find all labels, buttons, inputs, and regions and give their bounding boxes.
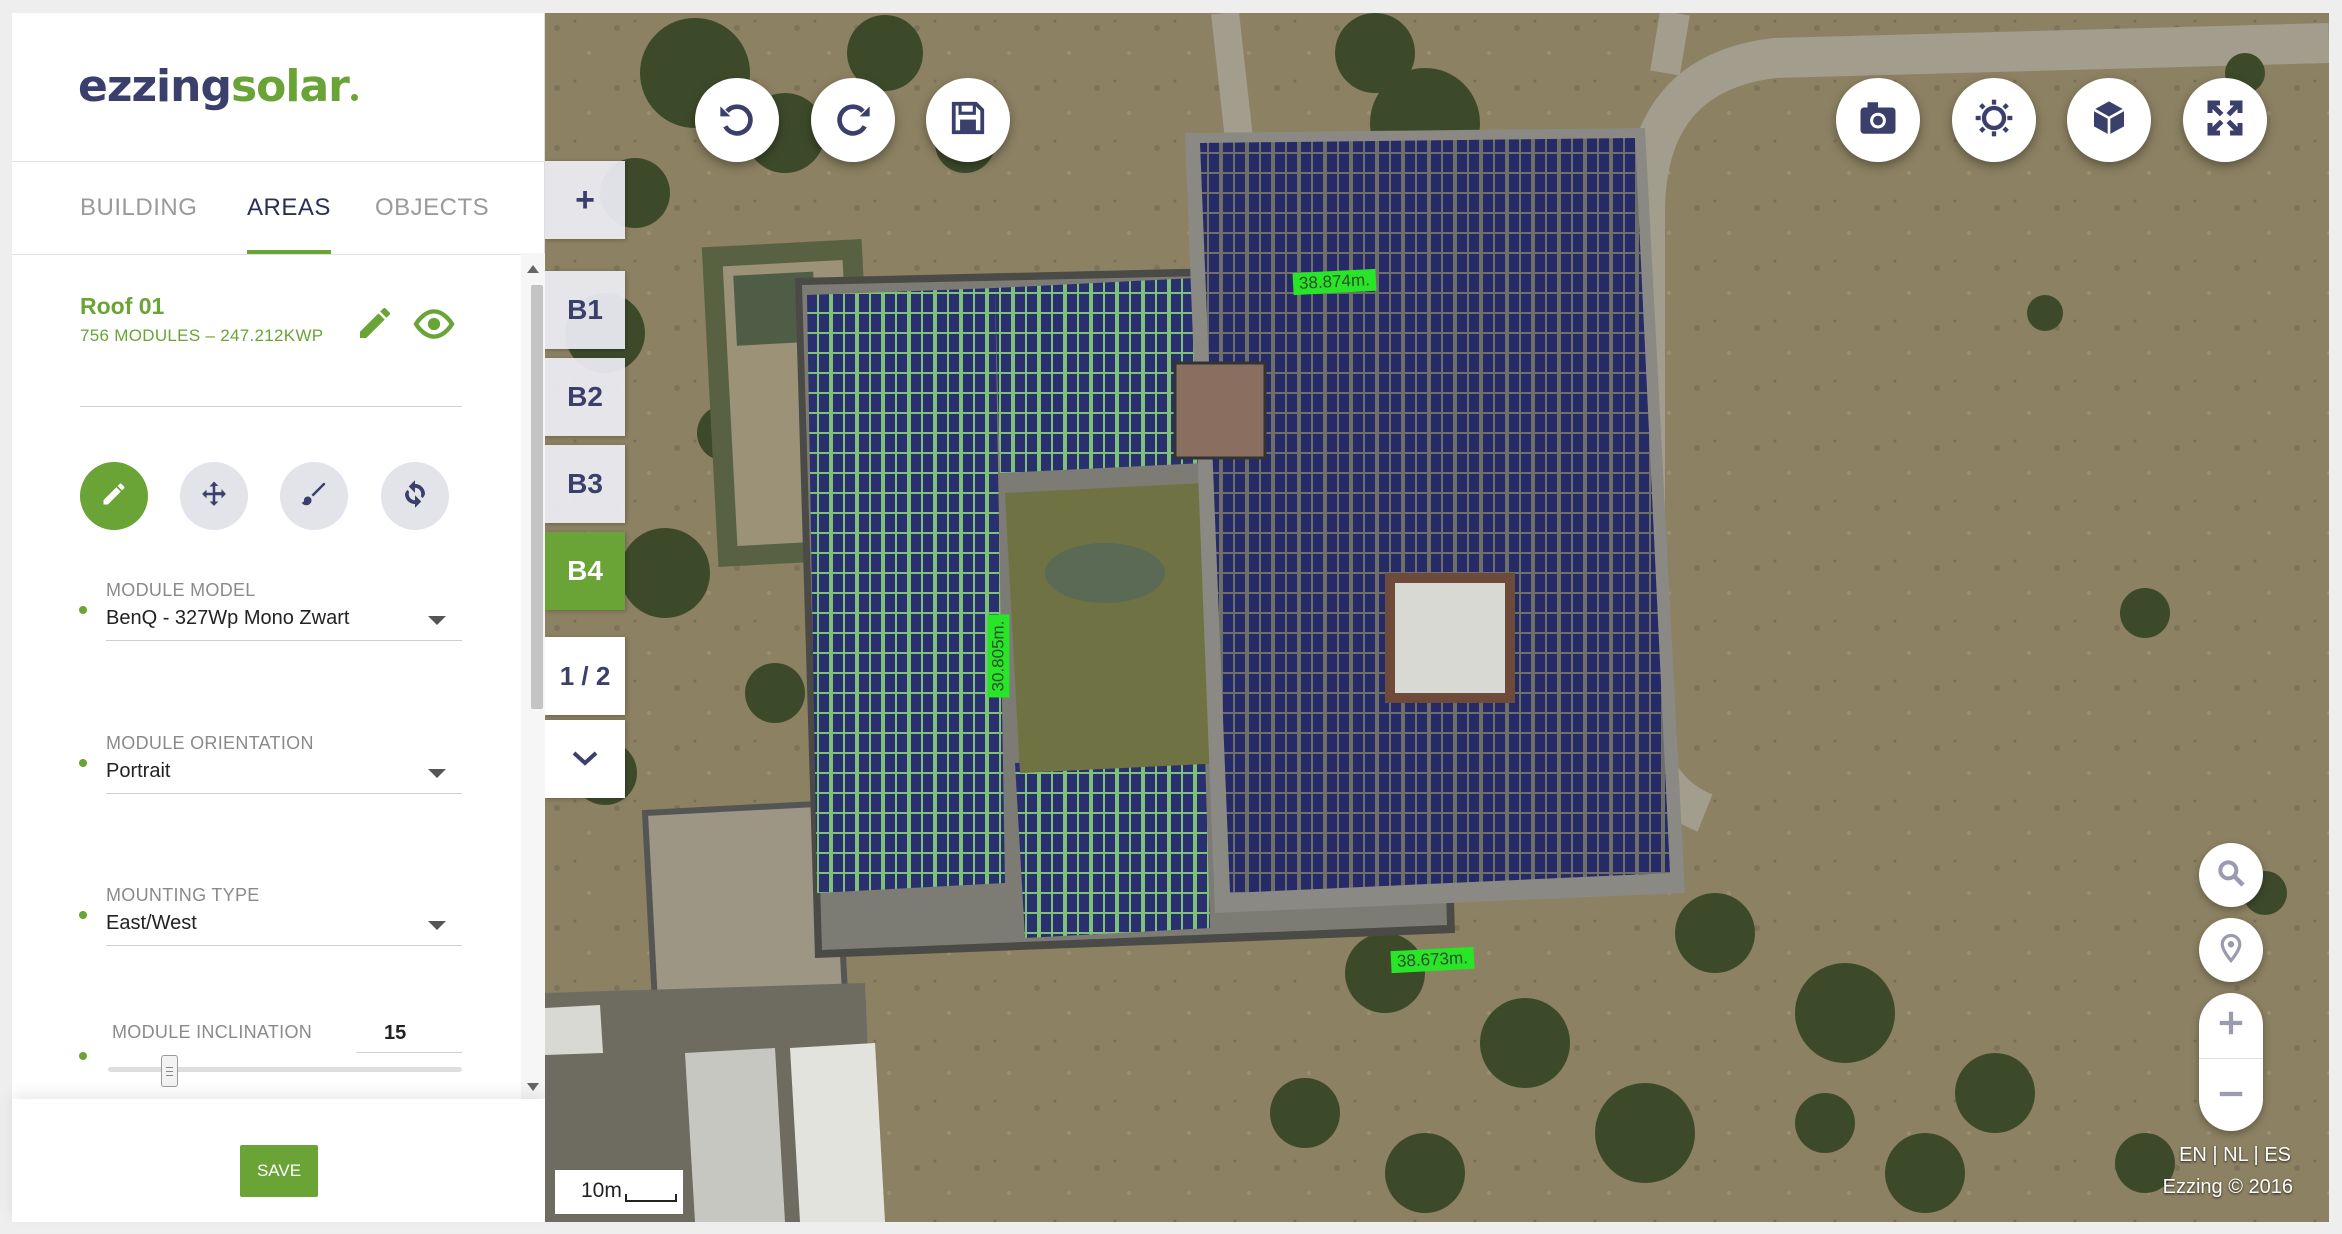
brush-icon [299, 479, 329, 514]
sun-icon [1974, 98, 2014, 143]
language-nl[interactable]: NL [2223, 1144, 2248, 1166]
language-en[interactable]: EN [2179, 1144, 2207, 1166]
sidebar-panel: ezzing solar BUILDING AREAS OBJECTS Roof… [12, 13, 545, 1222]
screenshot-button[interactable] [1836, 78, 1920, 162]
chevron-down-icon [428, 616, 446, 625]
satellite-map[interactable]: 38.874m. 30.805m. 38.673m. + B1 B2 B3 B4… [545, 13, 2329, 1222]
scrollbar-thumb[interactable] [531, 285, 543, 709]
cube-icon [2089, 98, 2129, 143]
draw-tool-button[interactable] [80, 462, 148, 530]
zoom-controls [2199, 993, 2263, 1131]
undo-icon [717, 98, 757, 143]
locate-button[interactable] [2199, 918, 2263, 982]
map-scale: 10m [555, 1170, 683, 1214]
redo-icon [833, 98, 873, 143]
building-tab-b4[interactable]: B4 [545, 532, 625, 610]
building-tab-b2[interactable]: B2 [545, 358, 625, 436]
required-dot [79, 606, 87, 614]
sidebar-scrollbar[interactable] [521, 253, 545, 1099]
location-pin-icon [2216, 932, 2246, 969]
logo-text-ezzing: ezzing [78, 61, 232, 112]
floppy-disk-icon [949, 99, 987, 142]
building-tab-b1[interactable]: B1 [545, 271, 625, 349]
module-model-value: BenQ - 327Wp Mono Zwart [106, 607, 350, 629]
measurement-label-left: 30.805m. [987, 614, 1010, 698]
3d-view-button[interactable] [2067, 78, 2151, 162]
satellite-imagery [545, 13, 2329, 1222]
add-building-button[interactable]: + [545, 161, 625, 239]
move-icon [199, 479, 229, 514]
mounting-type-value: East/West [106, 912, 197, 934]
paint-tool-button[interactable] [280, 462, 348, 530]
module-inclination-input[interactable] [356, 1015, 462, 1053]
move-tool-button[interactable] [180, 462, 248, 530]
pencil-icon [100, 480, 128, 513]
sidebar-tabs: BUILDING AREAS OBJECTS [12, 161, 545, 255]
divider [80, 406, 462, 407]
tab-objects[interactable]: OBJECTS [375, 162, 489, 254]
search-icon [2215, 857, 2247, 894]
inclination-slider-handle[interactable] [161, 1055, 178, 1087]
required-dot [79, 1052, 87, 1060]
building-tab-b3[interactable]: B3 [545, 445, 625, 523]
roof-title: Roof 01 [80, 293, 165, 319]
module-orientation-label: MODULE ORIENTATION [106, 733, 314, 753]
chevron-down-icon [570, 743, 600, 775]
module-model-select[interactable]: BenQ - 327Wp Mono Zwart [106, 603, 462, 641]
expand-icon [2205, 98, 2245, 143]
building-pagination: 1 / 2 [545, 637, 625, 715]
ezzing-solar-logo: ezzing solar [78, 61, 358, 131]
scale-bar [625, 1194, 677, 1202]
logo-dot [350, 94, 358, 101]
save-button[interactable]: SAVE [240, 1145, 318, 1197]
eye-icon[interactable] [412, 306, 456, 342]
chevron-down-icon [428, 921, 446, 930]
chevron-down-icon [428, 769, 446, 778]
undo-button[interactable] [695, 78, 779, 162]
minus-icon [2216, 1079, 2246, 1114]
scale-label: 10m [581, 1179, 622, 1202]
zoom-out-button[interactable] [2199, 1063, 2263, 1129]
module-inclination-label: MODULE INCLINATION [112, 1022, 313, 1042]
next-page-button[interactable] [545, 720, 625, 798]
save-map-button[interactable] [926, 78, 1010, 162]
refresh-icon [400, 479, 430, 514]
tab-building[interactable]: BUILDING [80, 162, 197, 254]
pencil-icon[interactable] [355, 303, 395, 343]
measurement-label-top: 38.874m. [1292, 268, 1377, 296]
language-es[interactable]: ES [2264, 1144, 2291, 1166]
map-search-button[interactable] [2199, 843, 2263, 907]
logo-text-solar: solar [230, 61, 350, 112]
rotate-tool-button[interactable] [381, 462, 449, 530]
roof-summary: 756 MODULES – 247.212KWP [80, 326, 324, 345]
copyright-text: Ezzing © 2016 [2162, 1176, 2293, 1198]
required-dot [79, 911, 87, 919]
module-orientation-select[interactable]: Portrait [106, 756, 462, 794]
module-model-label: MODULE MODEL [106, 580, 256, 600]
camera-icon [1857, 98, 1899, 143]
tab-areas[interactable]: AREAS [247, 162, 331, 254]
fullscreen-button[interactable] [2183, 78, 2267, 162]
module-orientation-value: Portrait [106, 760, 171, 782]
scroll-down-arrow-icon[interactable] [527, 1083, 539, 1091]
measurement-label-bottom: 38.673m. [1390, 946, 1475, 974]
mounting-type-label: MOUNTING TYPE [106, 885, 260, 905]
language-switcher: EN | NL | ES [2179, 1144, 2291, 1166]
save-footer: SAVE [12, 1099, 545, 1222]
plus-icon [2216, 1008, 2246, 1043]
brightness-button[interactable] [1952, 78, 2036, 162]
required-dot [79, 759, 87, 767]
redo-button[interactable] [811, 78, 895, 162]
zoom-in-button[interactable] [2199, 993, 2263, 1059]
mounting-type-select[interactable]: East/West [106, 908, 462, 946]
scroll-up-arrow-icon[interactable] [527, 265, 539, 273]
